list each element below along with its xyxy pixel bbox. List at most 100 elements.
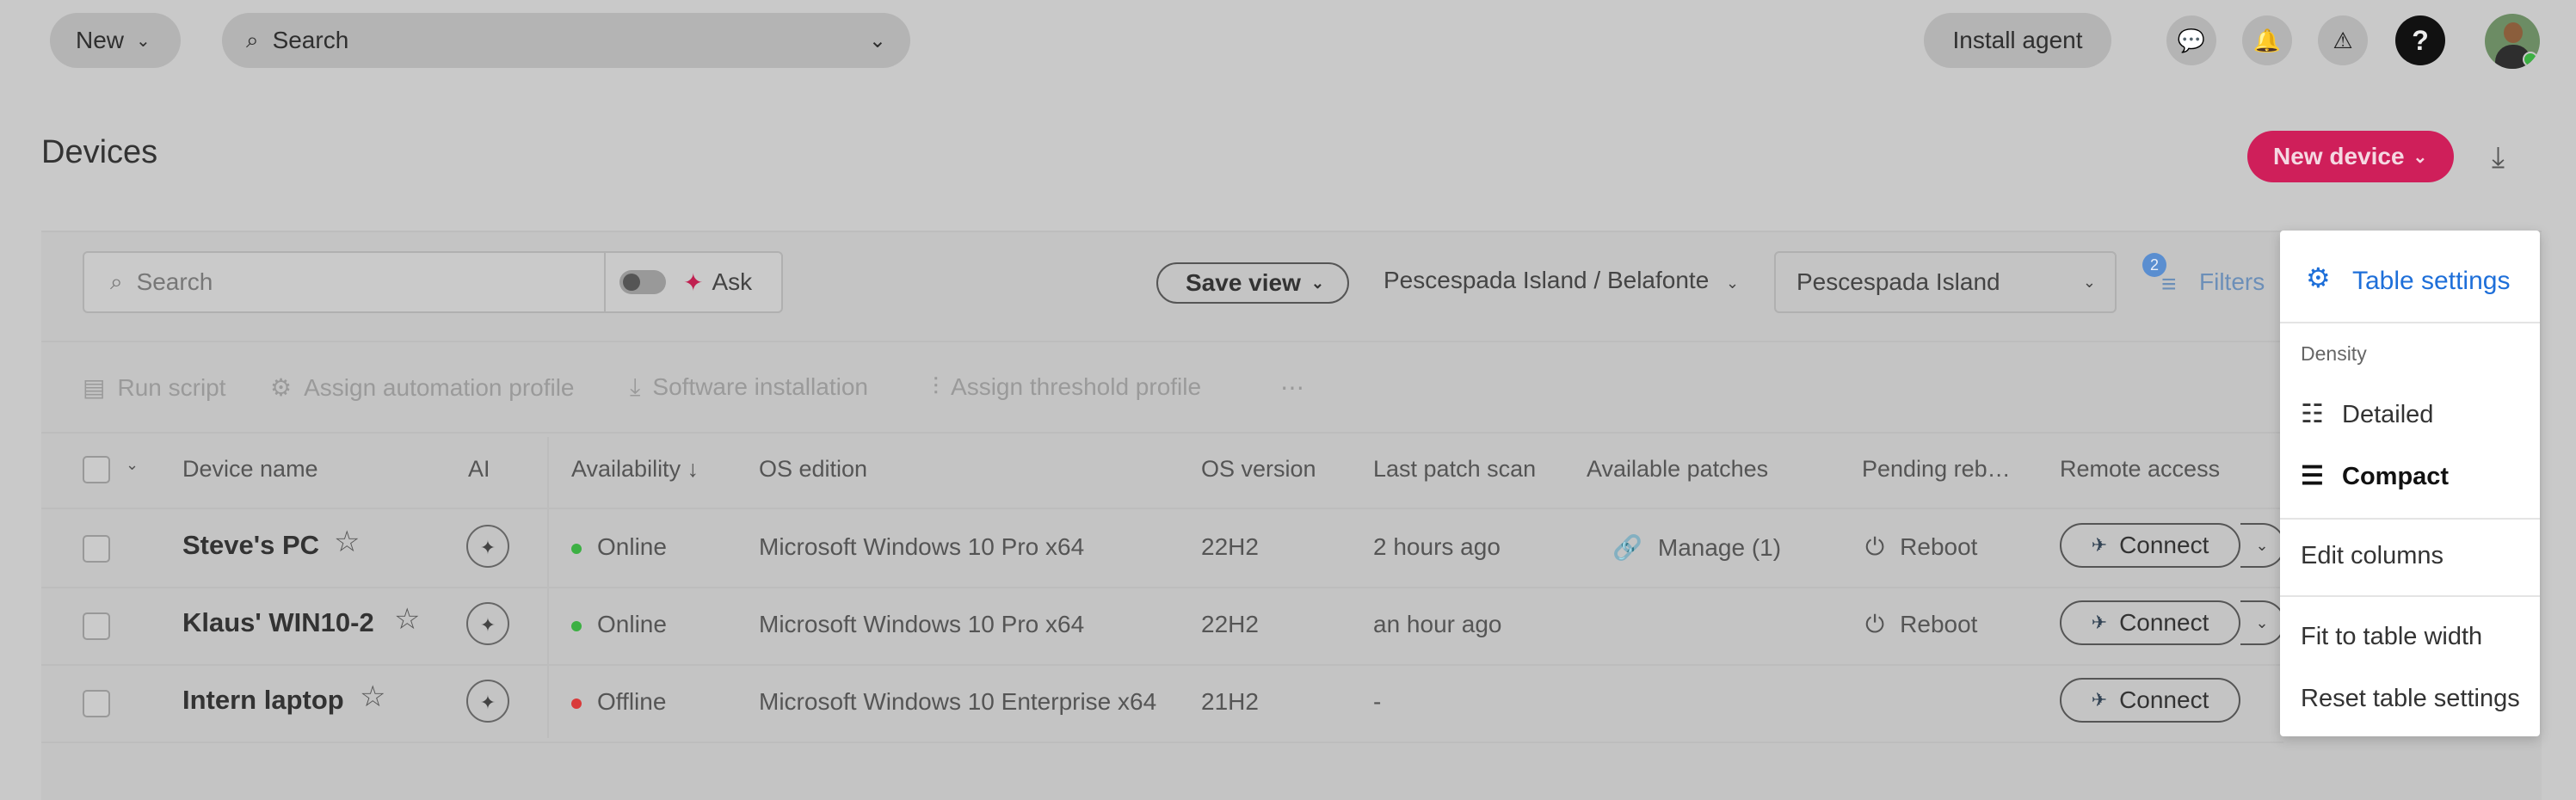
reset-table-settings-option[interactable]: Reset table settings bbox=[2301, 685, 2520, 713]
threshold-icon: ⫶ bbox=[933, 373, 940, 400]
bell-icon[interactable]: 🔔 bbox=[2242, 15, 2292, 65]
favorite-star-icon[interactable]: ☆ bbox=[334, 525, 360, 559]
connect-options-chevron-icon[interactable]: ⌄ bbox=[2240, 523, 2285, 568]
availability-cell: Online bbox=[571, 533, 667, 561]
connect-button[interactable]: ✈ Connect bbox=[2060, 678, 2240, 723]
favorite-star-icon[interactable]: ☆ bbox=[360, 680, 385, 714]
online-status-dot bbox=[571, 543, 582, 554]
select-all-checkbox[interactable] bbox=[83, 456, 110, 483]
filters-label: Filters bbox=[2199, 268, 2265, 295]
power-icon: ⏻ bbox=[1865, 611, 1885, 637]
manage-patches-link[interactable]: 🔗 Manage (1) bbox=[1612, 533, 1781, 562]
more-actions-icon[interactable]: ⋯ bbox=[1280, 373, 1304, 402]
availability-cell: Offline bbox=[571, 688, 666, 716]
density-detailed-option[interactable]: ☷ Detailed bbox=[2301, 399, 2433, 429]
edit-columns-option[interactable]: Edit columns bbox=[2301, 542, 2444, 570]
online-status-dot bbox=[2523, 52, 2538, 67]
density-compact-option[interactable]: ☰ Compact bbox=[2301, 461, 2449, 491]
column-header-os-version[interactable]: OS version bbox=[1201, 456, 1316, 483]
row-checkbox[interactable] bbox=[83, 690, 110, 717]
run-script-button[interactable]: ▤ Run script bbox=[83, 373, 226, 402]
device-name[interactable]: Steve's PC bbox=[182, 530, 319, 561]
install-agent-label: Install agent bbox=[1952, 27, 2083, 53]
remote-access-icon: ✈ bbox=[2091, 612, 2108, 633]
os-version-cell: 22H2 bbox=[1201, 611, 1259, 637]
column-header-os-edition[interactable]: OS edition bbox=[759, 456, 867, 483]
remote-access-icon: ✈ bbox=[2091, 534, 2108, 556]
chevron-down-icon: ⌄ bbox=[2413, 147, 2428, 167]
global-search-input[interactable]: ⌕ Search ⌄ bbox=[222, 13, 910, 68]
avatar[interactable] bbox=[2485, 14, 2540, 69]
table-row[interactable]: Steve's PC ☆ ✦ Online Microsoft Windows … bbox=[41, 509, 2285, 588]
download-icon[interactable]: ⤓ bbox=[2492, 141, 2505, 175]
connect-button[interactable]: ✈ Connect bbox=[2060, 523, 2240, 568]
ask-toggle[interactable]: ✦ Ask bbox=[606, 251, 783, 313]
column-header-remote-access[interactable]: Remote access bbox=[2060, 456, 2220, 483]
column-header-availability[interactable]: Availability ↓ bbox=[571, 456, 699, 483]
column-header-pending-reboot[interactable]: Pending reb… bbox=[1862, 456, 2011, 483]
new-device-button[interactable]: New device ⌄ bbox=[2247, 131, 2454, 182]
install-icon: ⤓ bbox=[630, 373, 641, 400]
new-button[interactable]: New ⌄ bbox=[50, 13, 181, 68]
connect-button[interactable]: ✈ Connect bbox=[2060, 600, 2240, 645]
chevron-down-icon[interactable]: ⌄ bbox=[869, 28, 886, 53]
fit-to-table-width-option[interactable]: Fit to table width bbox=[2301, 623, 2482, 651]
chat-icon[interactable]: 💬 bbox=[2166, 15, 2216, 65]
location-select-value: Pescespada Island bbox=[1796, 268, 2000, 295]
link-icon: 🔗 bbox=[1612, 534, 1642, 561]
column-header-available-patches[interactable]: Available patches bbox=[1587, 456, 1768, 483]
column-header-last-patch-scan[interactable]: Last patch scan bbox=[1373, 456, 1536, 483]
table-settings-header[interactable]: ⚙ Table settings bbox=[2280, 231, 2540, 323]
table-settings-title: Table settings bbox=[2352, 267, 2511, 295]
ai-sparkle-icon[interactable]: ✦ bbox=[466, 525, 509, 568]
remote-access-icon: ✈ bbox=[2091, 689, 2108, 711]
column-header-ai[interactable]: AI bbox=[468, 456, 490, 483]
os-edition-cell: Microsoft Windows 10 Pro x64 bbox=[759, 611, 1085, 637]
chevron-down-icon[interactable]: ⌄ bbox=[126, 456, 139, 474]
software-installation-button[interactable]: ⤓ Software installation bbox=[630, 373, 868, 402]
os-edition-cell: Microsoft Windows 10 Pro x64 bbox=[759, 533, 1085, 560]
script-icon: ▤ bbox=[83, 374, 106, 401]
reboot-button[interactable]: ⏻ Reboot bbox=[1865, 533, 1977, 562]
page-title: Devices bbox=[41, 134, 158, 170]
favorite-star-icon[interactable]: ☆ bbox=[394, 602, 420, 637]
bulk-actions-bar: ▤ Run script ⚙ Assign automation profile ⤓… bbox=[41, 341, 2283, 434]
detailed-list-icon: ☷ bbox=[2301, 400, 2324, 428]
power-icon: ⏻ bbox=[1865, 533, 1885, 560]
row-checkbox[interactable] bbox=[83, 612, 110, 640]
popup-divider bbox=[2280, 595, 2540, 597]
density-label: Density bbox=[2301, 342, 2367, 365]
last-patch-scan-cell: - bbox=[1373, 688, 1382, 715]
table-search-placeholder: Search bbox=[136, 268, 213, 295]
os-version-cell: 21H2 bbox=[1201, 688, 1259, 715]
popup-divider bbox=[2280, 518, 2540, 520]
ai-sparkle-icon[interactable]: ✦ bbox=[466, 680, 509, 723]
column-header-device-name[interactable]: Device name bbox=[182, 456, 318, 483]
offline-status-dot bbox=[571, 698, 582, 709]
alert-icon[interactable]: ⚠ bbox=[2318, 15, 2368, 65]
location-select[interactable]: Pescespada Island ⌄ bbox=[1774, 251, 2117, 313]
location-breadcrumb-label: Pescespada Island / Belafonte bbox=[1384, 267, 1710, 293]
assign-automation-profile-button[interactable]: ⚙ Assign automation profile bbox=[270, 373, 575, 402]
help-icon[interactable]: ? bbox=[2395, 15, 2445, 65]
table-row[interactable]: Klaus' WIN10-2 ☆ ✦ Online Microsoft Wind… bbox=[41, 587, 2285, 666]
availability-cell: Online bbox=[571, 611, 667, 638]
automation-icon: ⚙ bbox=[270, 374, 293, 401]
save-view-label: Save view bbox=[1186, 269, 1301, 296]
table-row[interactable]: Intern laptop ☆ ✦ Offline Microsoft Wind… bbox=[41, 664, 2283, 743]
reboot-button[interactable]: ⏻ Reboot bbox=[1865, 611, 1977, 639]
ai-sparkle-icon[interactable]: ✦ bbox=[466, 602, 509, 645]
save-view-button[interactable]: Save view ⌄ bbox=[1156, 262, 1349, 304]
location-breadcrumb-dropdown[interactable]: Pescespada Island / Belafonte ⌄ bbox=[1384, 267, 1739, 294]
install-agent-button[interactable]: Install agent bbox=[1924, 13, 2111, 68]
row-checkbox[interactable] bbox=[83, 535, 110, 563]
ask-label: Ask bbox=[712, 268, 753, 295]
ai-toggle-switch[interactable] bbox=[619, 270, 666, 294]
filter-icon: ≡ bbox=[2161, 270, 2177, 298]
table-search-input[interactable]: ⌕ Search bbox=[83, 251, 606, 313]
assign-threshold-profile-button[interactable]: ⫶ Assign threshold profile bbox=[933, 373, 1201, 402]
connect-options-chevron-icon[interactable]: ⌄ bbox=[2240, 600, 2285, 645]
device-name[interactable]: Intern laptop bbox=[182, 685, 344, 716]
device-name[interactable]: Klaus' WIN10-2 bbox=[182, 607, 374, 638]
chevron-down-icon: ⌄ bbox=[2082, 273, 2096, 291]
